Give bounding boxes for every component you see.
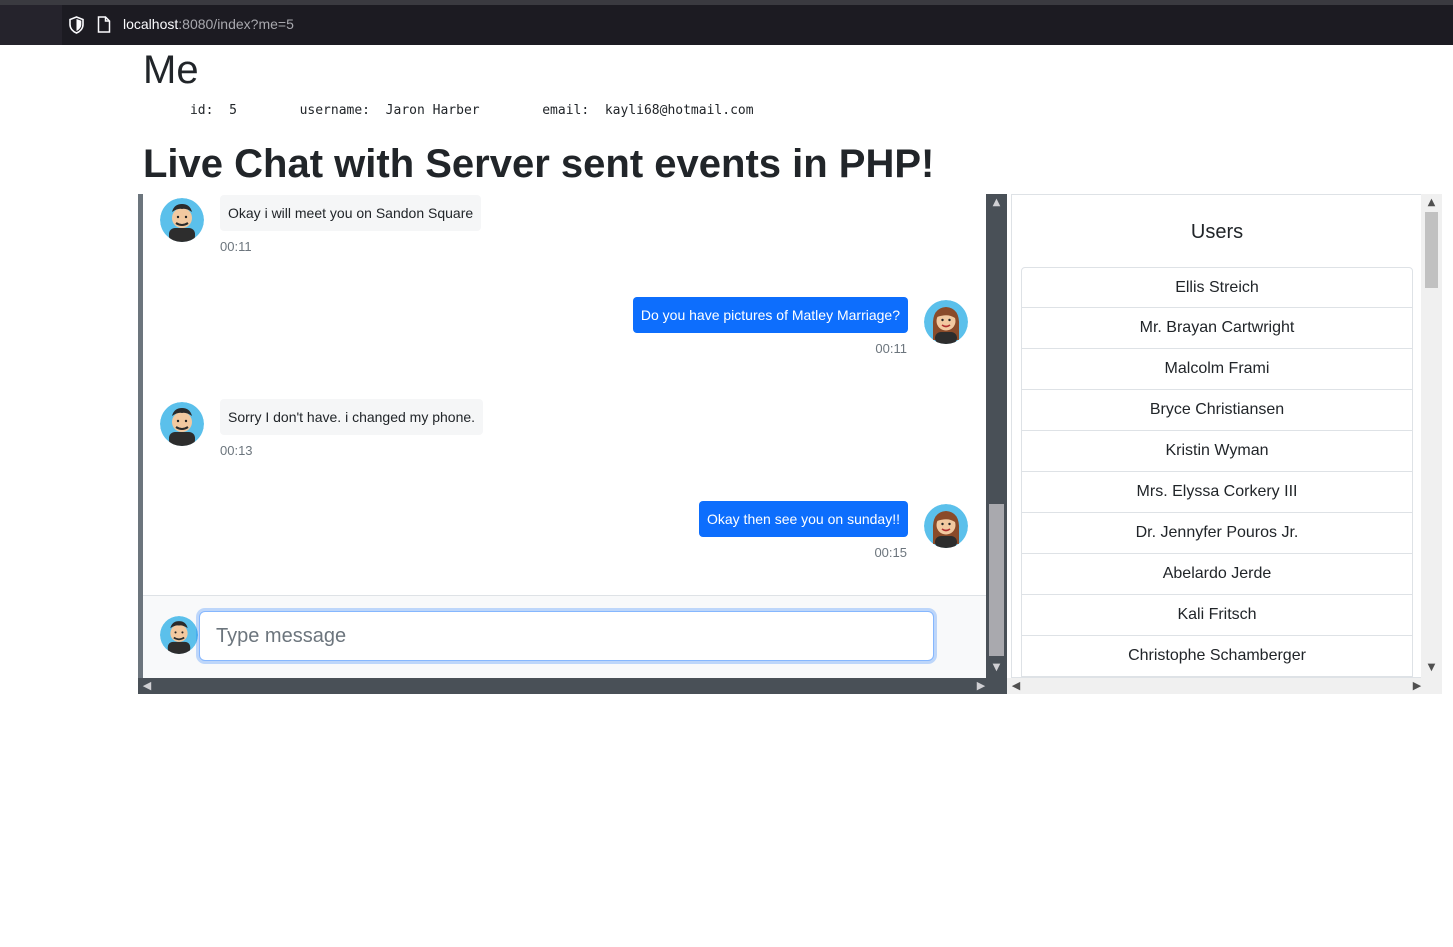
scrollbar-thumb[interactable]	[1425, 212, 1438, 288]
chat-messages-area[interactable]: Okay i will meet you on Sandon Square 00…	[143, 194, 986, 595]
email-label: email:	[542, 103, 590, 118]
users-title: Users	[1190, 221, 1244, 243]
me-info: id: 5 username: Jaron Harber email: kayl…	[143, 103, 754, 118]
user-item[interactable]: Kristin Wyman	[1021, 431, 1413, 472]
avatar-male-icon	[160, 616, 198, 654]
message-bubble: Okay then see you on sunday!!	[698, 501, 908, 537]
scroll-left-icon[interactable]: ◀	[140, 679, 154, 693]
scroll-down-icon[interactable]: ▼	[1425, 661, 1438, 674]
id-label: id:	[189, 103, 214, 118]
page-title: Live Chat with Server sent events in PHP…	[143, 142, 935, 186]
message-time: 00:11	[875, 341, 907, 356]
message-time: 00:11	[220, 239, 252, 254]
url-host: localhost	[123, 16, 179, 32]
avatar-female-icon	[924, 504, 968, 548]
user-item[interactable]: Mrs. Elyssa Corkery III	[1021, 472, 1413, 513]
browser-toolbar-side	[0, 5, 62, 45]
scrollbar-thumb[interactable]	[989, 504, 1004, 656]
user-item[interactable]: Dr. Jennyfer Pouros Jr.	[1021, 513, 1413, 554]
avatar-male-icon	[160, 198, 204, 242]
avatar-female-icon	[924, 300, 968, 344]
url-path: :8080/index?me=5	[178, 16, 294, 32]
scroll-right-icon[interactable]: ▶	[1410, 679, 1424, 693]
message-bubble: Okay i will meet you on Sandon Square	[220, 195, 482, 231]
message-bubble: Sorry I don't have. i changed my phone.	[220, 399, 484, 435]
id-value: 5	[229, 103, 237, 118]
shield-icon[interactable]	[68, 16, 85, 34]
users-list: Ellis Streich Mr. Brayan Cartwright Malc…	[1021, 267, 1413, 677]
url-text[interactable]: localhost:8080/index?me=5	[123, 16, 294, 32]
scroll-left-icon[interactable]: ◀	[1009, 679, 1023, 693]
user-item[interactable]: Abelardo Jerde	[1021, 554, 1413, 595]
scroll-down-icon[interactable]: ▼	[990, 661, 1003, 674]
user-item[interactable]: Malcolm Frami	[1021, 349, 1413, 390]
email-value: kayli68@hotmail.com	[604, 103, 754, 118]
scroll-right-icon[interactable]: ▶	[974, 679, 988, 693]
username-label: username:	[299, 103, 371, 118]
username-value: Jaron Harber	[385, 103, 480, 118]
scroll-up-icon[interactable]: ▲	[990, 196, 1003, 209]
users-vertical-scrollbar[interactable]: ▲ ▼	[1421, 194, 1442, 678]
message-input[interactable]	[199, 611, 934, 661]
me-heading: Me	[143, 48, 199, 92]
message-time: 00:15	[874, 545, 907, 560]
message-bubble: Do you have pictures of Matley Marriage?	[632, 297, 908, 333]
users-horizontal-scrollbar[interactable]: ◀ ▶	[1007, 678, 1442, 694]
user-item[interactable]: Kali Fritsch	[1021, 595, 1413, 636]
chat-vertical-scrollbar[interactable]: ▲ ▼	[986, 194, 1007, 678]
page-icon[interactable]	[97, 16, 111, 33]
message-time: 00:13	[220, 443, 253, 458]
avatar-male-icon	[160, 402, 204, 446]
user-item[interactable]: Mr. Brayan Cartwright	[1021, 308, 1413, 349]
user-item[interactable]: Ellis Streich	[1021, 267, 1413, 308]
users-panel: Users Ellis Streich Mr. Brayan Cartwrigh…	[1011, 194, 1421, 678]
user-item[interactable]: Bryce Christiansen	[1021, 390, 1413, 431]
chat-horizontal-scrollbar[interactable]: ◀ ▶	[138, 678, 1007, 694]
user-item[interactable]: Christophe Schamberger	[1021, 636, 1413, 677]
scroll-up-icon[interactable]: ▲	[1425, 196, 1438, 209]
